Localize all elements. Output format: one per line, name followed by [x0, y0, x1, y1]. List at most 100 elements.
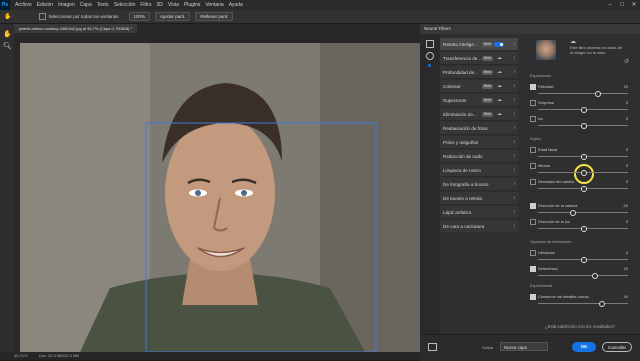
zoom-100-button[interactable]: 100% [128, 12, 151, 21]
menu-capa[interactable]: Capa [80, 2, 92, 8]
slider-knob[interactable] [581, 257, 587, 263]
slider-value: 0 [625, 163, 628, 168]
hand-tool-icon: ✋ [4, 14, 12, 20]
panel-title: Neural Filters [420, 24, 640, 34]
slider-knob[interactable] [599, 301, 605, 307]
menu-bar: Ps Archivo Edición Imagen Capa Texto Sel… [0, 0, 640, 10]
slider-checkbox[interactable] [530, 116, 536, 122]
menu-3d[interactable]: 3D [157, 2, 163, 8]
filter-item[interactable]: Transferencia de... Beta ☁ › [440, 52, 518, 65]
slider-track[interactable] [538, 303, 628, 304]
download-cloud-icon[interactable]: ☁ [497, 66, 502, 78]
slider-checkbox[interactable] [530, 147, 536, 153]
slider-knob[interactable] [581, 226, 587, 232]
beta-badge: Beta [482, 112, 494, 117]
slider-knob[interactable] [581, 186, 587, 192]
menu-seleccion[interactable]: Selección [114, 2, 136, 8]
filter-item[interactable]: Retrato intelige... Beta › [440, 38, 518, 51]
beta-badge: Beta [482, 84, 494, 89]
slider-checkbox[interactable] [530, 250, 536, 256]
slider-knob[interactable] [594, 91, 601, 97]
menu-filtro[interactable]: Filtro [140, 2, 151, 8]
slider-knob[interactable] [591, 273, 598, 279]
slider-track[interactable] [538, 275, 628, 276]
slider-checkbox[interactable] [530, 100, 536, 106]
zoom-tool-icon[interactable]: 🔍︎ [3, 42, 12, 50]
slider-checkbox[interactable] [530, 179, 536, 185]
menu-archivo[interactable]: Archivo [15, 2, 32, 8]
download-cloud-icon[interactable]: ☁ [497, 108, 502, 120]
slider-label: Felicidad [538, 84, 554, 89]
menu-edicion[interactable]: Edición [37, 2, 53, 8]
status-zoom[interactable]: 45,71% [14, 353, 28, 358]
preview-toggle-icon[interactable] [428, 343, 437, 351]
slider-checkbox[interactable] [530, 163, 536, 169]
download-cloud-icon[interactable]: ☁ [497, 80, 502, 92]
minimize-icon[interactable]: – [604, 0, 616, 10]
filter-label: Retrato intelige... [443, 42, 478, 47]
filter-item[interactable]: Reducción de ruido › [440, 150, 518, 163]
fit-screen-button[interactable]: Ajustar pant. [155, 12, 191, 21]
status-bar: 45,71% Doc: 32,4 MB/32,4 MB [0, 352, 420, 360]
menu-ayuda[interactable]: Ayuda [229, 2, 243, 8]
filter-item[interactable]: Profundidad de... Beta ☁ › [440, 66, 518, 79]
menu-ventana[interactable]: Ventana [205, 2, 223, 8]
close-icon[interactable]: ✕ [628, 0, 640, 10]
reset-icon[interactable]: ↺ [624, 58, 629, 65]
slider-row: Dirección de la cabeza -20 [530, 203, 628, 219]
slider-row: Edad facial 0 [530, 147, 628, 163]
slider-label: Edad facial [538, 147, 558, 152]
slider-checkbox[interactable] [530, 84, 536, 90]
menu-texto[interactable]: Texto [97, 2, 109, 8]
chevron-right-icon: › [513, 181, 515, 187]
filter-label: Colorear [443, 84, 461, 89]
slider-value: 0 [625, 219, 628, 224]
hand-tool-icon[interactable]: ✋ [3, 30, 12, 38]
filter-item[interactable]: De boceto a retrato › [440, 192, 518, 205]
filter-item[interactable]: Colorear Beta ☁ › [440, 80, 518, 93]
filter-item[interactable]: Limpieza de rostro › [440, 164, 518, 177]
slider-label: Dirección de la cabeza [538, 203, 578, 208]
slider-label: Sorpresa [538, 100, 554, 105]
cancel-button[interactable]: Cancelar [602, 342, 632, 352]
download-cloud-icon[interactable]: ☁ [497, 94, 502, 106]
slider-track[interactable] [538, 93, 628, 94]
menu-vista[interactable]: Vista [168, 2, 179, 8]
beta-badge: Beta [482, 42, 494, 47]
filter-item[interactable]: Polvo y rasguños › [440, 136, 518, 149]
satisfied-prompt: ¿Está satisfecho con los resultados? [545, 324, 615, 329]
filter-toggle[interactable] [494, 42, 504, 47]
maximize-icon[interactable]: □ [616, 0, 628, 10]
download-cloud-icon[interactable]: ☁ [497, 52, 502, 64]
output-select[interactable]: Nueva capa [500, 342, 548, 351]
menu-plugins[interactable]: Plugins [184, 2, 200, 8]
all-filters-icon[interactable] [426, 40, 434, 48]
slider-checkbox[interactable] [530, 203, 536, 209]
menu-imagen[interactable]: Imagen [58, 2, 75, 8]
filter-item[interactable]: De fotografía a boceto › [440, 178, 518, 191]
slider-knob[interactable] [581, 170, 587, 176]
canvas-area[interactable] [14, 33, 420, 352]
portrait-photo [20, 43, 420, 352]
ok-button[interactable]: OK [572, 342, 596, 352]
filter-item[interactable]: Restauración de fotos › [440, 122, 518, 135]
slider-knob[interactable] [581, 107, 587, 113]
fill-screen-button[interactable]: Rellenar pant. [195, 12, 234, 21]
wait-list-icon[interactable] [426, 52, 434, 60]
slider-checkbox[interactable] [530, 294, 536, 300]
slider-checkbox[interactable] [530, 219, 536, 225]
slider-value: -20 [622, 203, 628, 208]
slider-knob[interactable] [581, 123, 587, 129]
filter-item[interactable]: De cara a caricatura › [440, 220, 518, 233]
filter-item[interactable]: Superzoom Beta ☁ › [440, 94, 518, 107]
slider-knob[interactable] [581, 154, 587, 160]
filter-item[interactable]: Lápiz artístico › [440, 206, 518, 219]
filter-item[interactable]: Eliminación de... Beta ☁ › [440, 108, 518, 121]
slider-knob[interactable] [570, 210, 577, 216]
slider-row: Ira 0 [530, 116, 628, 132]
slider-track[interactable] [538, 212, 628, 213]
slider-checkbox[interactable] [530, 266, 536, 272]
all-windows-checkbox[interactable] [39, 13, 47, 20]
document-tab[interactable]: peterb-nelson-cowboy-1580442.jpg al 45,7… [14, 24, 137, 33]
chevron-right-icon: › [513, 223, 515, 229]
